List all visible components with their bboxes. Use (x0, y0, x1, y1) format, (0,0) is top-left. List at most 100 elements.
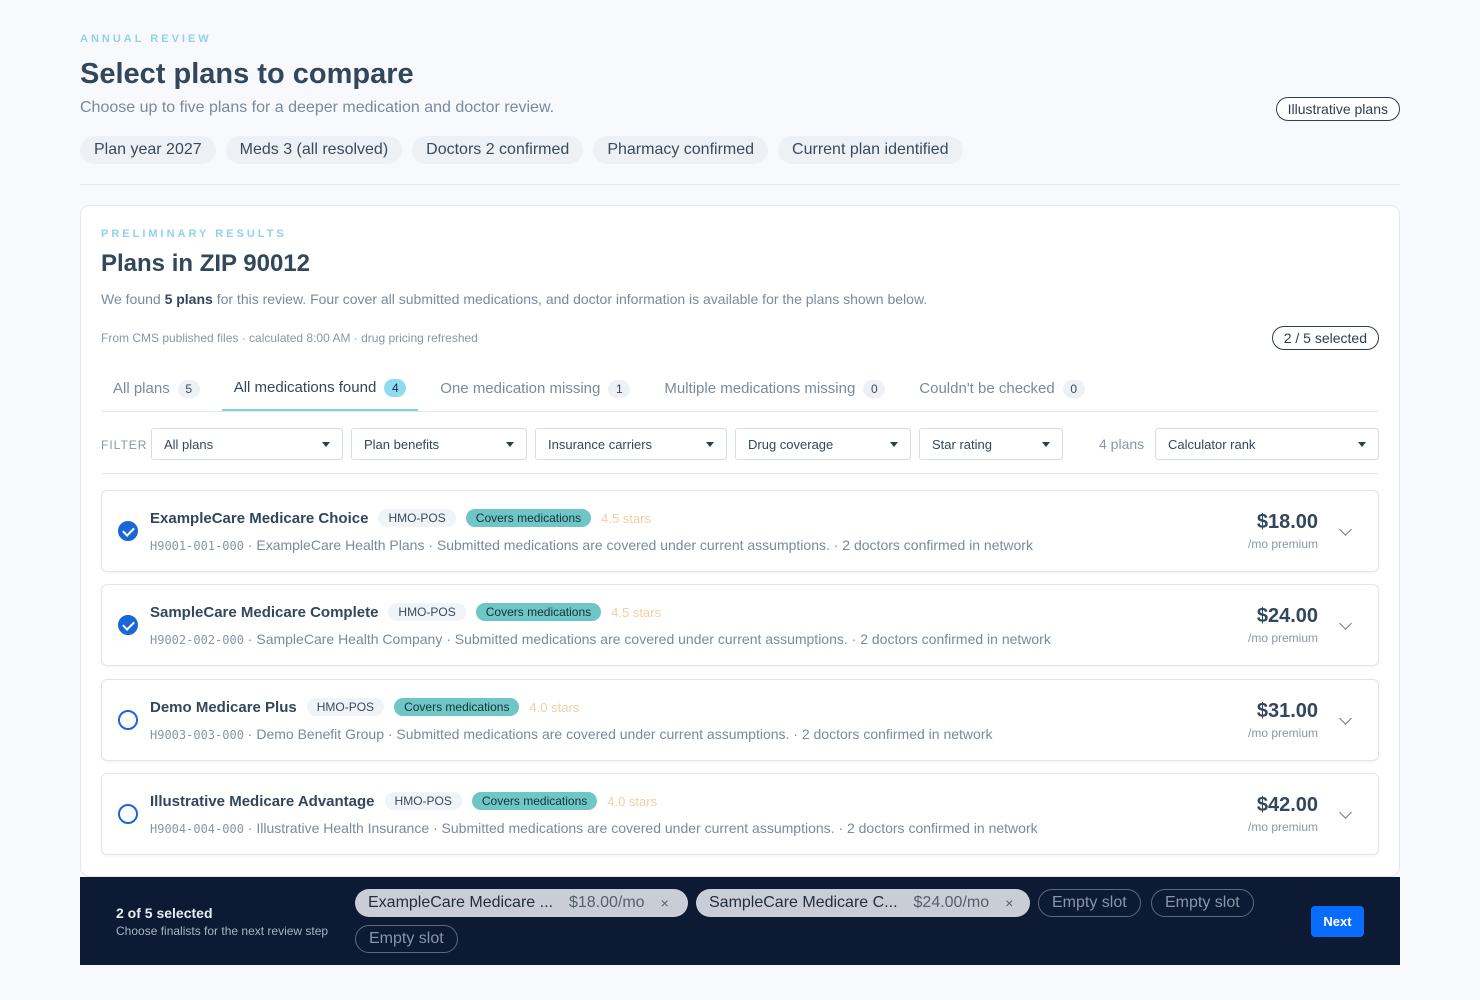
plan-name: ExampleCare Medicare Choice (150, 509, 369, 527)
premium-unit: /mo premium (1247, 726, 1318, 740)
tab-all-medications-found[interactable]: All medications found 4 (221, 366, 419, 411)
next-button[interactable]: Next (1311, 906, 1364, 937)
plan-card[interactable]: Demo Medicare Plus HMO-POS Covers medica… (101, 679, 1379, 761)
plan-card[interactable]: Illustrative Medicare Advantage HMO-POS … (101, 773, 1379, 855)
plan-premium: $18.00 /mo premium (1248, 511, 1318, 551)
tab-count: 0 (863, 379, 886, 398)
plan-card[interactable]: ExampleCare Medicare Choice HMO-POS Cove… (101, 490, 1379, 572)
star-rating: 4.0 stars (529, 699, 580, 715)
tab-count: 0 (1062, 379, 1085, 398)
caret-down-icon (1042, 441, 1050, 447)
slot-plan-name: ExampleCare Medicare ... (368, 894, 553, 911)
filter-star-rating-select[interactable]: Star rating (919, 428, 1063, 460)
plan-details: H9001-001-000 · ExampleCare Health Plans… (150, 537, 1033, 553)
chip-current-plan: Current plan identified (778, 136, 963, 164)
close-icon[interactable]: × (661, 895, 669, 911)
results-title: Plans in ZIP 90012 (101, 250, 311, 277)
plan-premium: $24.00 /mo premium (1248, 605, 1318, 645)
results-eyebrow: PRELIMINARY RESULTS (101, 228, 287, 240)
plan-count: 4 plans (1099, 436, 1145, 452)
premium-amount: $42.00 (1256, 794, 1318, 816)
plan-total: 5 plans (164, 291, 213, 307)
coverage-tag: Covers medications (471, 792, 598, 810)
tab-count: 5 (177, 379, 200, 398)
plan-select-checkbox[interactable] (118, 521, 138, 541)
caret-down-icon (322, 441, 330, 447)
coverage-tag: Covers medications (394, 698, 520, 716)
plan-name: Demo Medicare Plus (150, 698, 297, 716)
caret-down-icon (706, 441, 714, 447)
premium-unit: /mo premium (1247, 820, 1318, 834)
star-rating: 4.5 stars (611, 604, 661, 620)
tab-count: 4 (384, 378, 407, 397)
plan-select-checkbox[interactable] (118, 804, 138, 824)
page-eyebrow: ANNUAL REVIEW (80, 33, 212, 45)
premium-amount: $18.00 (1256, 511, 1318, 533)
plan-type-tag: HMO-POS (378, 509, 456, 527)
coverage-tag: Covers medications (475, 603, 602, 621)
summary-chips: Plan year 2027 Meds 3 (all resolved) Doc… (80, 136, 963, 164)
empty-slot: Empty slot (1151, 889, 1254, 917)
plan-select-checkbox[interactable] (118, 710, 138, 730)
results-description: We found 5 plans for this review. Four c… (101, 291, 928, 307)
plan-name: SampleCare Medicare Complete (150, 603, 379, 621)
chip-doctors: Doctors 2 confirmed (412, 136, 584, 164)
plan-id: H9004-004-000 (150, 822, 244, 836)
plan-type-tag: HMO-POS (384, 792, 462, 810)
filter-plans-select[interactable]: All plans (151, 428, 343, 460)
caret-down-icon (1358, 441, 1366, 447)
result-tabs: All plans 5 All medications found 4 One me… (101, 366, 1379, 412)
selection-count: 2 of 5 selected (116, 905, 213, 921)
caret-down-icon (890, 441, 898, 447)
slot-price: $18.00/mo (568, 894, 645, 911)
divider (80, 184, 1400, 185)
tab-one-medication-missing[interactable]: One medication missing 1 (428, 366, 642, 411)
plan-id: H9003-003-000 (150, 728, 244, 742)
chip-meds: Meds 3 (all resolved) (225, 136, 403, 164)
plan-premium: $31.00 /mo premium (1248, 700, 1318, 740)
premium-amount: $31.00 (1256, 700, 1318, 722)
chevron-down-icon[interactable] (1339, 617, 1352, 630)
chip-plan-year: Plan year 2027 (80, 136, 216, 164)
plan-details: H9003-003-000 · Demo Benefit Group · Sub… (150, 726, 993, 742)
slot-plan-name: SampleCare Medicare C... (709, 894, 898, 911)
plan-details: H9004-004-000 · Illustrative Health Insu… (150, 820, 1038, 836)
filter-benefits-select[interactable]: Plan benefits (351, 428, 527, 460)
premium-unit: /mo premium (1247, 537, 1318, 551)
star-rating: 4.5 stars (601, 510, 652, 526)
filter-carriers-select[interactable]: Insurance carriers (535, 428, 727, 460)
slot-price: $24.00/mo (913, 894, 990, 911)
selection-footer: 2 of 5 selected Choose finalists for the… (80, 877, 1400, 965)
sort-select[interactable]: Calculator rank (1155, 428, 1379, 460)
star-rating: 4.0 stars (607, 793, 658, 809)
chevron-down-icon[interactable] (1339, 806, 1352, 819)
plan-card[interactable]: SampleCare Medicare Complete HMO-POS Cov… (101, 584, 1379, 666)
selection-hint: Choose finalists for the next review ste… (116, 924, 329, 938)
illustrative-badge: Illustrative plans (1275, 97, 1400, 121)
plan-id: H9001-001-000 (150, 539, 244, 553)
selected-count-badge: 2 / 5 selected (1271, 326, 1379, 350)
page-title: Select plans to compare (80, 58, 414, 90)
plan-details: H9002-002-000 · SampleCare Health Compan… (150, 631, 1051, 647)
selected-slot[interactable]: SampleCare Medicare C... $24.00/mo × (696, 889, 1030, 917)
tab-multiple-medications-missing[interactable]: Multiple medications missing 0 (652, 366, 897, 411)
plan-select-checkbox[interactable] (118, 615, 138, 635)
chevron-down-icon[interactable] (1339, 712, 1352, 725)
empty-slot: Empty slot (355, 925, 458, 953)
plan-id: H9002-002-000 (150, 633, 244, 647)
tab-could-not-be-checked[interactable]: Couldn't be checked 0 (907, 366, 1096, 411)
premium-amount: $24.00 (1256, 605, 1318, 627)
tab-all-plans[interactable]: All plans 5 (101, 366, 212, 411)
plan-name: Illustrative Medicare Advantage (150, 792, 375, 810)
coverage-tag: Covers medications (465, 509, 592, 527)
empty-slot: Empty slot (1038, 889, 1141, 917)
close-icon[interactable]: × (1005, 895, 1013, 911)
filter-drug-coverage-select[interactable]: Drug coverage (735, 428, 911, 460)
tab-count: 1 (608, 379, 631, 398)
filter-label: FILTER (101, 438, 148, 452)
results-card: PRELIMINARY RESULTS Plans in ZIP 90012 W… (80, 205, 1400, 877)
page-subtitle: Choose up to five plans for a deeper med… (80, 99, 555, 116)
chevron-down-icon[interactable] (1339, 523, 1352, 536)
selected-slot[interactable]: ExampleCare Medicare ... $18.00/mo × (355, 889, 688, 917)
caret-down-icon (506, 441, 514, 447)
